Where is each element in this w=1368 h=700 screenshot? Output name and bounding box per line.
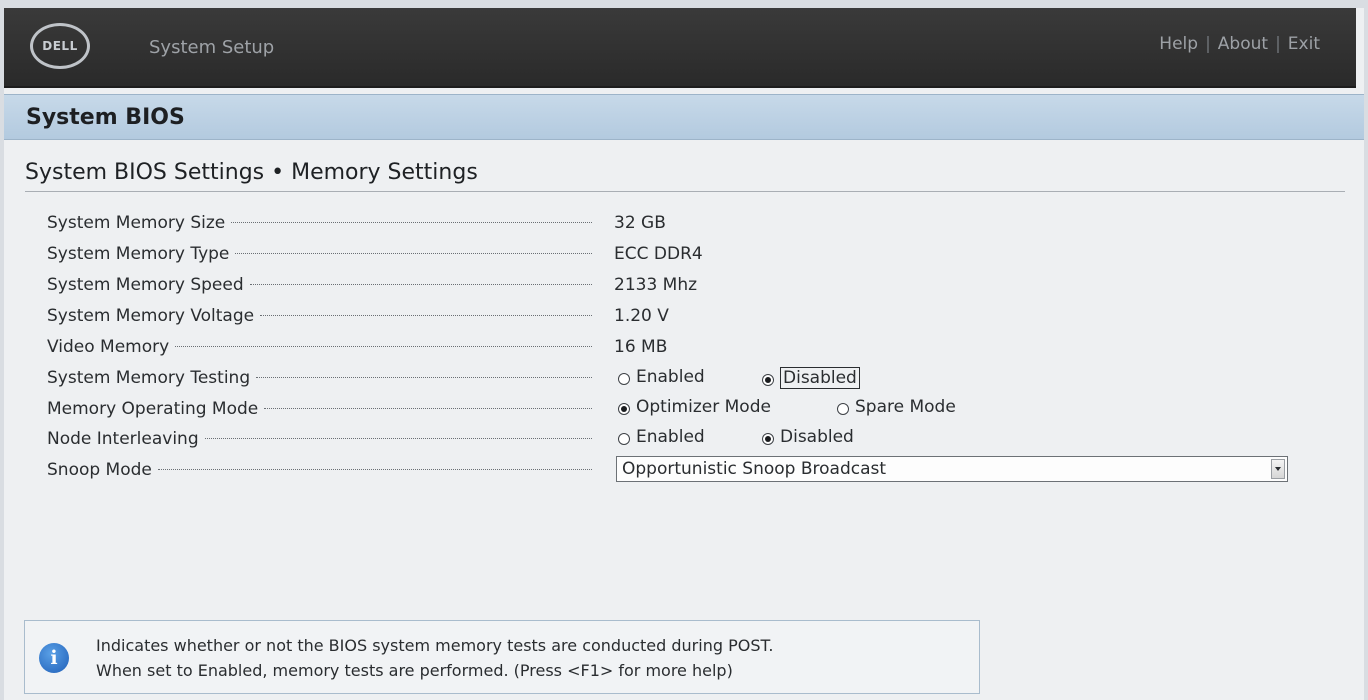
help-text: Indicates whether or not the BIOS system… [96, 633, 773, 683]
dell-logo: DELL [30, 23, 90, 69]
radio-unselected-icon [618, 372, 630, 385]
setting-label: Video Memory [47, 337, 592, 357]
setting-label: System Memory Testing [47, 368, 592, 388]
setting-row-snoop-mode: Snoop Mode Opportunistic Snoop Broadcast [47, 456, 1307, 488]
radio-unselected-icon [837, 402, 849, 415]
setting-label: Node Interleaving [47, 429, 592, 449]
setting-label: Snoop Mode [47, 460, 592, 480]
nav-separator: | [1275, 34, 1281, 54]
setting-label: System Memory Type [47, 244, 592, 264]
dropdown-arrow-icon[interactable] [1271, 459, 1285, 479]
memory-voltage-value: 1.20 V [614, 306, 669, 326]
setting-row-memory-testing: System Memory Testing Enabled Disabled [47, 367, 1307, 396]
help-panel: i Indicates whether or not the BIOS syst… [24, 620, 980, 694]
setting-label: System Memory Voltage [47, 306, 592, 326]
optimizer-mode-radio[interactable]: Optimizer Mode [618, 397, 771, 417]
node-interleaving-disabled-radio[interactable]: Disabled [762, 427, 854, 447]
radio-selected-icon [762, 373, 774, 386]
memory-speed-value: 2133 Mhz [614, 275, 698, 295]
spare-mode-radio[interactable]: Spare Mode [837, 397, 956, 417]
memory-testing-enabled-radio[interactable]: Enabled [618, 367, 705, 387]
memory-size-value: 32 GB [614, 213, 666, 233]
top-nav: Help | About | Exit [1159, 34, 1320, 54]
setting-row-operating-mode: Memory Operating Mode Optimizer Mode Spa… [47, 397, 1307, 427]
video-memory-value: 16 MB [614, 337, 668, 357]
snoop-mode-selected-value: Opportunistic Snoop Broadcast [622, 459, 887, 479]
radio-selected-icon [618, 402, 630, 415]
top-bar: DELL System Setup Help | About | Exit [4, 8, 1356, 88]
setting-row-memory-type: System Memory Type ECC DDR4 [47, 244, 1307, 272]
radio-selected-icon [762, 432, 774, 445]
info-icon: i [39, 643, 69, 673]
setting-row-video-memory: Video Memory 16 MB [47, 337, 1307, 365]
help-link[interactable]: Help [1159, 34, 1198, 54]
bios-screen: DELL System Setup Help | About | Exit System… [4, 8, 1364, 700]
breadcrumb: System BIOS Settings • Memory Settings [25, 160, 478, 185]
setting-row-memory-size: System Memory Size 32 GB [47, 213, 1307, 241]
memory-type-value: ECC DDR4 [614, 244, 703, 264]
section-header: System BIOS [4, 94, 1364, 140]
section-title: System BIOS [26, 105, 185, 130]
node-interleaving-enabled-radio[interactable]: Enabled [618, 427, 705, 447]
setting-row-memory-voltage: System Memory Voltage 1.20 V [47, 306, 1307, 334]
setting-label: System Memory Size [47, 213, 592, 233]
setting-row-node-interleaving: Node Interleaving Enabled Disabled [47, 427, 1307, 457]
help-line-2: When set to Enabled, memory tests are pe… [96, 661, 733, 680]
divider [25, 191, 1345, 192]
help-line-1: Indicates whether or not the BIOS system… [96, 636, 774, 655]
radio-unselected-icon [618, 432, 630, 445]
app-title: System Setup [149, 37, 275, 58]
setting-label: Memory Operating Mode [47, 399, 592, 419]
setting-row-memory-speed: System Memory Speed 2133 Mhz [47, 275, 1307, 303]
nav-separator: | [1205, 34, 1211, 54]
snoop-mode-select[interactable]: Opportunistic Snoop Broadcast [616, 456, 1288, 482]
setting-label: System Memory Speed [47, 275, 592, 295]
about-link[interactable]: About [1218, 34, 1268, 54]
exit-link[interactable]: Exit [1288, 34, 1320, 54]
memory-testing-disabled-radio[interactable]: Disabled [762, 367, 860, 389]
